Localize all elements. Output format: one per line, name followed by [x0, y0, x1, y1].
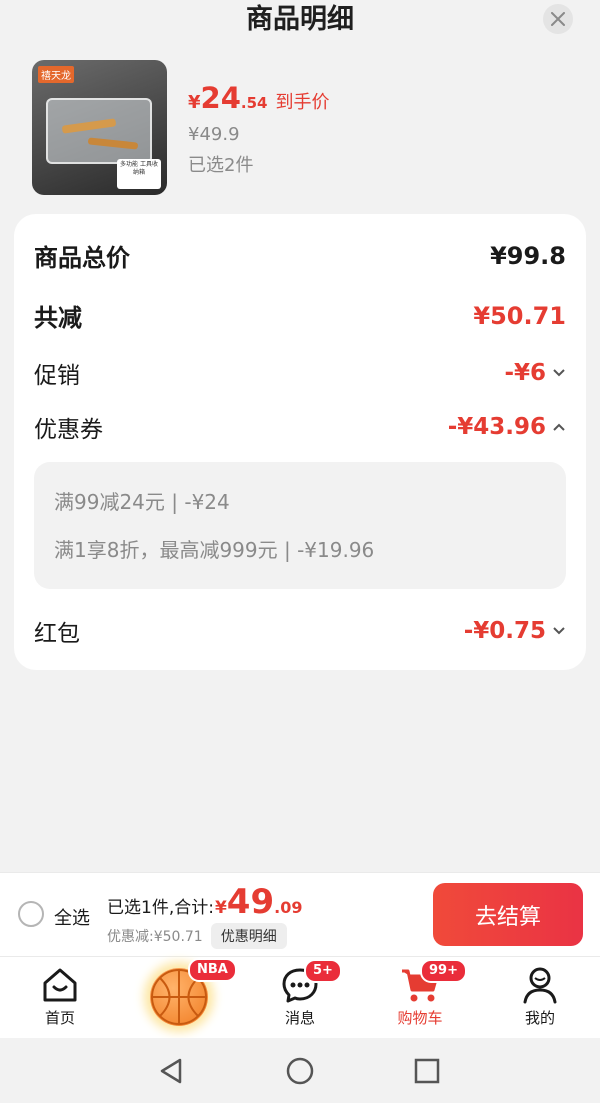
discount-line: 优惠减:¥50.71 优惠明细 — [107, 923, 287, 949]
select-all-checkbox[interactable] — [18, 901, 44, 927]
reduce-row: 共减 ¥50.71 — [34, 298, 566, 333]
nba-badge: NBA — [188, 958, 237, 982]
coupon-row[interactable]: 优惠券 -¥43.96 — [34, 410, 566, 444]
total-label: 商品总价 — [34, 244, 130, 272]
messages-badge: 5+ — [304, 959, 342, 983]
close-icon — [551, 12, 565, 26]
profile-icon — [523, 967, 557, 1004]
tab-bar: 首页 5+ 消息 99+ 购物车 我的 — [0, 956, 600, 1038]
total-value: ¥99.8 — [490, 241, 566, 270]
checkout-bar: 全选 已选1件,合计: ¥ 49 .09 优惠减:¥50.71 优惠明细 去结算 — [0, 872, 600, 956]
chevron-down-icon[interactable] — [552, 368, 566, 378]
total-row: 商品总价 ¥99.8 — [34, 238, 566, 273]
brand-logo: 禧天龙 — [38, 66, 74, 83]
close-button[interactable] — [543, 4, 573, 34]
back-icon[interactable] — [156, 1056, 186, 1086]
home-circle-icon[interactable] — [285, 1056, 315, 1086]
original-price: ¥49.9 — [188, 124, 240, 145]
home-icon — [43, 968, 77, 1002]
header: 商品明细 — [0, 0, 600, 44]
chevron-down-icon[interactable] — [552, 626, 566, 636]
price-block: ¥ 24 .54 到手价 ¥49.9 已选2件 — [188, 82, 488, 177]
redpacket-label: 红包 — [34, 621, 80, 647]
product-image[interactable]: 禧天龙 多功能 工具收纳箱 — [32, 60, 167, 195]
final-price-label: 到手价 — [275, 92, 330, 113]
final-price: ¥ 24 .54 到手价 — [188, 81, 330, 115]
recent-apps-icon[interactable] — [412, 1056, 442, 1086]
tab-profile[interactable]: 我的 — [500, 965, 580, 1028]
coupon-label: 优惠券 — [34, 417, 103, 443]
product-tag: 多功能 工具收纳箱 — [117, 159, 161, 189]
sum-amount: 49 — [226, 882, 275, 922]
selected-count: 已选2件 — [188, 155, 254, 176]
reduce-label: 共减 — [34, 304, 82, 332]
coupon-item: 满99减24元 | -¥24 — [54, 490, 230, 514]
promo-row[interactable]: 促销 -¥6 — [34, 356, 566, 390]
redpacket-row[interactable]: 红包 -¥0.75 — [34, 614, 566, 648]
cart-badge: 99+ — [420, 959, 467, 983]
tab-messages[interactable]: 5+ 消息 — [260, 959, 342, 1028]
tab-cart[interactable]: 99+ 购物车 — [380, 959, 467, 1028]
chevron-up-icon[interactable] — [552, 422, 566, 432]
coupon-detail-list: 满99减24元 | -¥24 满1享8折，最高减999元 | -¥19.96 — [34, 462, 566, 589]
promo-value: -¥6 — [504, 360, 546, 386]
toolbox-illustration — [46, 98, 152, 164]
sum-line: 已选1件,合计: ¥ 49 .09 — [107, 882, 303, 922]
tab-home[interactable]: 首页 — [20, 965, 100, 1028]
discount-detail-button[interactable]: 优惠明细 — [210, 923, 287, 949]
coupon-item: 满1享8折，最高减999元 | -¥19.96 — [54, 538, 375, 562]
price-detail-card: 商品总价 ¥99.8 共减 ¥50.71 促销 -¥6 优惠券 -¥43.96 … — [14, 214, 586, 670]
coupon-value: -¥43.96 — [447, 414, 546, 440]
redpacket-value: -¥0.75 — [463, 618, 546, 644]
reduce-value: ¥50.71 — [473, 301, 566, 330]
system-navigation — [0, 1038, 600, 1103]
select-all-label[interactable]: 全选 — [54, 904, 90, 930]
checkout-button[interactable]: 去结算 — [433, 883, 583, 946]
discount-text: 优惠减:¥50.71 — [107, 929, 203, 945]
page-title: 商品明细 — [246, 4, 354, 35]
sum-label: 已选1件,合计: — [107, 898, 214, 918]
promo-label: 促销 — [34, 363, 80, 389]
